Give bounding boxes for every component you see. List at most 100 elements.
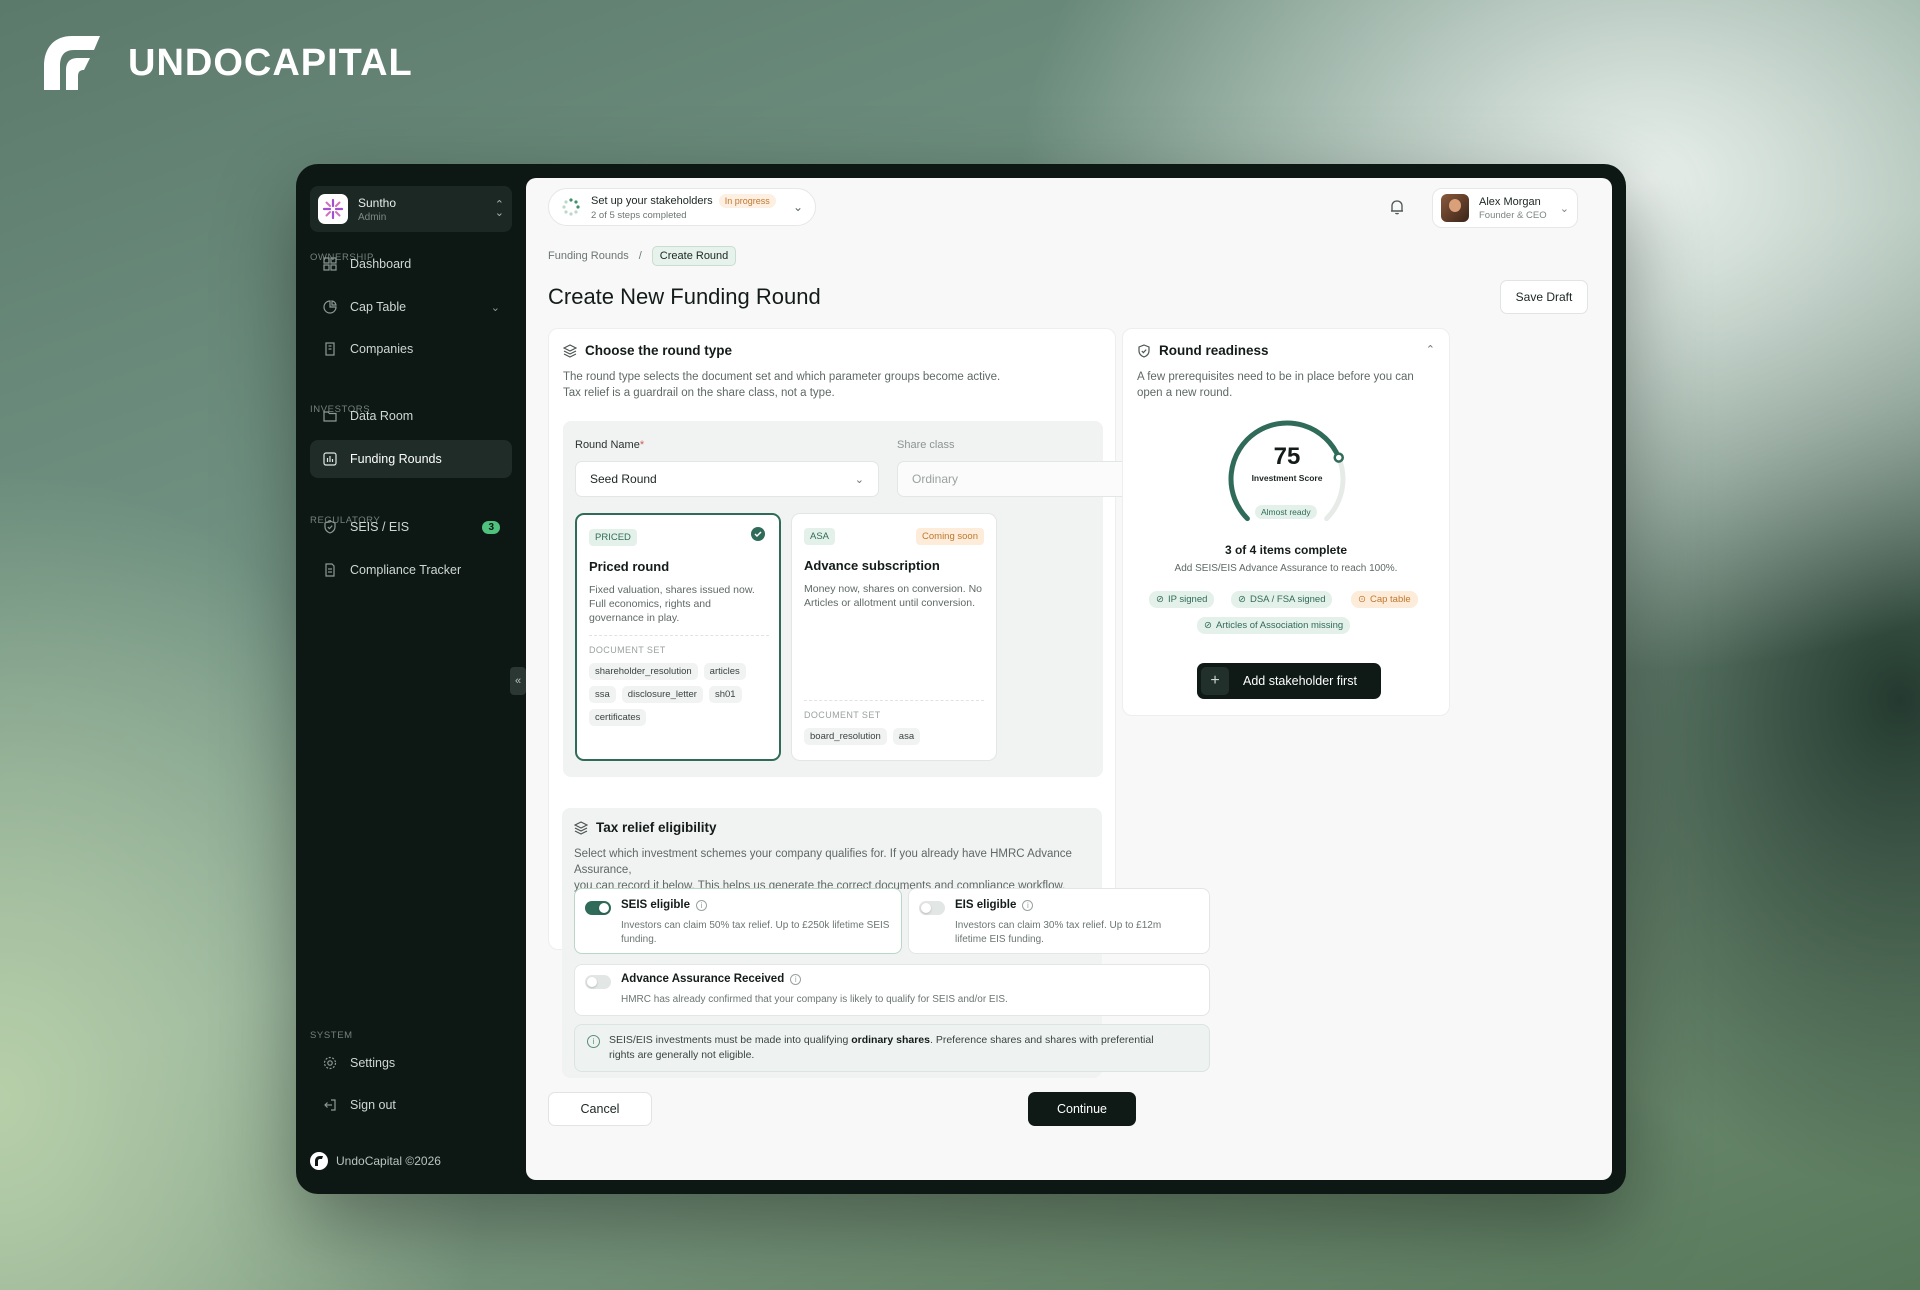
round-type-desc: Fixed valuation, shares issued now. Full… bbox=[589, 584, 755, 624]
org-role: Admin bbox=[358, 211, 387, 223]
tax-relief-panel: Tax relief eligibility Select which inve… bbox=[562, 808, 1210, 1078]
advance-assurance-option[interactable]: Advance Assurance Received i HMRC has alr… bbox=[574, 964, 1210, 1016]
document-chip: board_resolution bbox=[804, 728, 887, 745]
seis-option[interactable]: SEIS eligible i Investors can claim 50% t… bbox=[574, 888, 902, 954]
priced-tag: PRICED bbox=[589, 529, 637, 546]
sidebar: Suntho Admin ⌃ ⌄ OWNERSHIP Dashboard Cap … bbox=[296, 164, 526, 1194]
card-title: Tax relief eligibility bbox=[596, 820, 717, 835]
info-icon[interactable]: i bbox=[790, 973, 802, 985]
main-content: Set up your stakeholders In progress 2 o… bbox=[526, 178, 1612, 1180]
cancel-button[interactable]: Cancel bbox=[548, 1092, 652, 1126]
notice-line: rights are generally not eligible. bbox=[609, 1049, 755, 1061]
info-icon[interactable]: i bbox=[696, 899, 708, 911]
task-title: Set up your stakeholders bbox=[591, 194, 713, 207]
layers-icon bbox=[563, 343, 577, 358]
option-desc: Investors can claim 30% tax relief. Up t… bbox=[955, 920, 1162, 945]
document-set-label: DOCUMENT SET bbox=[804, 710, 881, 720]
sidebar-item-label: Cap Table bbox=[350, 300, 407, 314]
document-chip: articles bbox=[703, 663, 746, 680]
sidebar-item-settings[interactable]: Settings bbox=[310, 1044, 512, 1082]
sidebar-footer: UndoCapital ©2026 bbox=[310, 1152, 441, 1170]
section-system: SYSTEM bbox=[310, 1030, 353, 1041]
brand: UNDOCAPITAL bbox=[44, 36, 413, 90]
readiness-chip-dsa: ⊘ DSA / FSA signed bbox=[1231, 591, 1333, 608]
card-description: Select which investment schemes your com… bbox=[574, 846, 1102, 894]
sidebar-item-cap-table[interactable]: Cap Table ⌄ bbox=[310, 288, 512, 326]
breadcrumb-current: Create Round bbox=[651, 246, 737, 266]
document-chip: disclosure_letter bbox=[621, 686, 703, 703]
onboarding-task[interactable]: Set up your stakeholders In progress 2 o… bbox=[548, 188, 816, 226]
notification-bell-icon[interactable] bbox=[1388, 198, 1406, 216]
option-desc: HMRC has already confirmed that your com… bbox=[621, 994, 1008, 1005]
document-chip: shareholder_resolution bbox=[589, 663, 698, 680]
sidebar-item-companies[interactable]: Companies bbox=[310, 330, 512, 368]
sidebar-item-data-room[interactable]: Data Room bbox=[310, 397, 512, 435]
gear-icon bbox=[322, 1055, 338, 1071]
alert-circle-icon: ⊙ bbox=[1358, 594, 1366, 605]
building-icon bbox=[322, 341, 338, 357]
avatar bbox=[1441, 194, 1469, 222]
sidebar-item-dashboard[interactable]: Dashboard bbox=[310, 245, 512, 283]
readiness-chip-articles: ⊘ Articles of Association missing bbox=[1197, 617, 1351, 634]
sign-out-icon bbox=[322, 1097, 338, 1113]
check-circle-icon: ⊘ bbox=[1156, 594, 1164, 605]
sidebar-item-funding-rounds[interactable]: Funding Rounds bbox=[310, 440, 512, 478]
pie-chart-icon bbox=[322, 299, 338, 315]
layers-icon bbox=[574, 820, 588, 835]
round-type-asa[interactable]: ASA Coming soon Advance subscription Mon… bbox=[791, 513, 997, 761]
check-circle-icon: ⊘ bbox=[1204, 620, 1212, 631]
option-title: Advance Assurance Received i bbox=[621, 973, 802, 985]
chevron-up-icon[interactable]: ⌃ bbox=[1426, 343, 1435, 356]
round-type-heading: Choose the round type bbox=[563, 343, 732, 358]
score-value: 75 bbox=[1273, 443, 1301, 470]
document-chips: board_resolution asa bbox=[804, 728, 984, 745]
org-switcher[interactable]: Suntho Admin ⌃ ⌄ bbox=[310, 186, 512, 232]
shield-check-icon bbox=[322, 519, 338, 535]
label-text: Round Name bbox=[575, 439, 640, 451]
info-icon: i bbox=[587, 1035, 600, 1048]
breadcrumb-parent[interactable]: Funding Rounds bbox=[548, 250, 629, 262]
divider bbox=[589, 635, 769, 636]
button-label: Add stakeholder first bbox=[1243, 674, 1357, 688]
task-subtitle: 2 of 5 steps completed bbox=[591, 209, 687, 221]
completion-subtext: Add SEIS/EIS Advance Assurance to reach … bbox=[1174, 563, 1398, 574]
plus-icon: + bbox=[1201, 667, 1229, 695]
notice-bold: ordinary shares bbox=[851, 1034, 930, 1046]
option-title-text: EIS eligible bbox=[955, 899, 1017, 911]
continue-button[interactable]: Continue bbox=[1028, 1092, 1136, 1126]
user-menu[interactable]: Alex Morgan Founder & CEO ⌄ bbox=[1432, 188, 1578, 228]
advance-assurance-toggle[interactable] bbox=[585, 975, 611, 989]
sidebar-item-sign-out[interactable]: Sign out bbox=[310, 1086, 512, 1124]
footer-logo-icon bbox=[310, 1152, 328, 1170]
sidebar-item-compliance-tracker[interactable]: Compliance Tracker bbox=[310, 551, 512, 589]
chevron-down-icon: ⌄ bbox=[854, 473, 864, 486]
required-marker: * bbox=[639, 439, 645, 451]
page-title: Create New Funding Round bbox=[548, 284, 821, 309]
eis-toggle[interactable] bbox=[919, 901, 945, 915]
info-icon[interactable]: i bbox=[1022, 899, 1034, 911]
sidebar-item-label: Data Room bbox=[350, 409, 414, 423]
sidebar-item-seis-eis[interactable]: SEIS / EIS 3 bbox=[310, 508, 512, 546]
notice-text: SEIS/EIS investments must be made into q… bbox=[609, 1033, 1154, 1063]
tax-relief-heading: Tax relief eligibility bbox=[574, 820, 717, 835]
chip-label: DSA / FSA signed bbox=[1249, 594, 1326, 605]
save-draft-button[interactable]: Save Draft bbox=[1500, 280, 1588, 314]
seis-toggle[interactable] bbox=[585, 901, 611, 915]
readiness-chip-ip: ⊘ IP signed bbox=[1149, 591, 1215, 608]
document-icon bbox=[322, 562, 338, 578]
org-logo-icon bbox=[318, 194, 348, 224]
round-name-select[interactable]: Seed Round ⌄ bbox=[575, 461, 879, 497]
eis-option[interactable]: EIS eligible i Investors can claim 30% ta… bbox=[908, 888, 1210, 954]
seis-count-badge: 3 bbox=[482, 520, 500, 534]
card-title: Round readiness bbox=[1159, 343, 1269, 358]
org-name: Suntho bbox=[358, 195, 397, 210]
task-status-badge: In progress bbox=[718, 193, 776, 208]
option-desc: Investors can claim 50% tax relief. Up t… bbox=[621, 920, 890, 945]
add-stakeholder-button[interactable]: + Add stakeholder first bbox=[1197, 663, 1381, 699]
collapse-sidebar-icon[interactable]: « bbox=[510, 667, 526, 695]
option-title-text: SEIS eligible bbox=[621, 899, 691, 911]
round-type-priced[interactable]: PRICED Priced round Fixed valuation, sha… bbox=[575, 513, 781, 761]
check-circle-icon: ⊘ bbox=[1238, 594, 1246, 605]
sidebar-item-label: Dashboard bbox=[350, 257, 412, 271]
divider bbox=[804, 700, 984, 701]
